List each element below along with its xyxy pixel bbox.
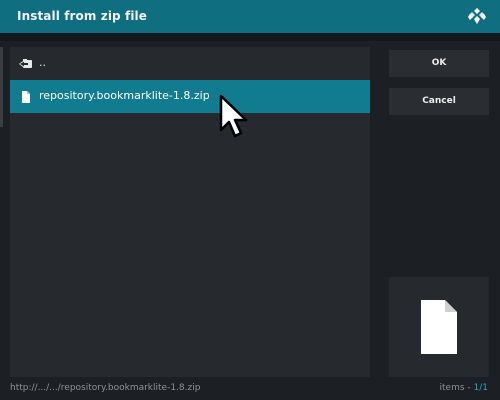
install-from-zip-dialog: Install from zip file .. repository.book… — [0, 0, 500, 400]
file-icon — [421, 300, 457, 354]
file-icon — [19, 89, 33, 103]
dialog-title-bar: Install from zip file — [0, 0, 500, 33]
list-item-zip-file[interactable]: repository.bookmarklite-1.8.zip — [10, 80, 370, 113]
footer-item-count: items - 1/1 — [440, 383, 488, 393]
file-list: .. repository.bookmarklite-1.8.zip — [10, 47, 370, 377]
ok-button[interactable]: OK — [389, 50, 489, 77]
kodi-logo-icon — [468, 7, 486, 25]
side-scroll-edge — [0, 47, 3, 127]
dialog-title: Install from zip file — [17, 9, 148, 23]
mouse-cursor-icon — [218, 94, 250, 140]
list-item-label: repository.bookmarklite-1.8.zip — [39, 89, 210, 102]
list-item-label: .. — [39, 56, 46, 69]
list-item-parent-directory[interactable]: .. — [10, 47, 370, 80]
preview-thumbnail — [389, 277, 489, 377]
back-folder-icon — [19, 56, 33, 70]
items-label: items - — [439, 383, 474, 393]
items-count: 1/1 — [473, 383, 488, 393]
title-divider — [0, 33, 500, 41]
footer-file-path: http://.../.../repository.bookmarklite-1… — [10, 383, 201, 393]
cancel-button[interactable]: Cancel — [389, 88, 489, 115]
